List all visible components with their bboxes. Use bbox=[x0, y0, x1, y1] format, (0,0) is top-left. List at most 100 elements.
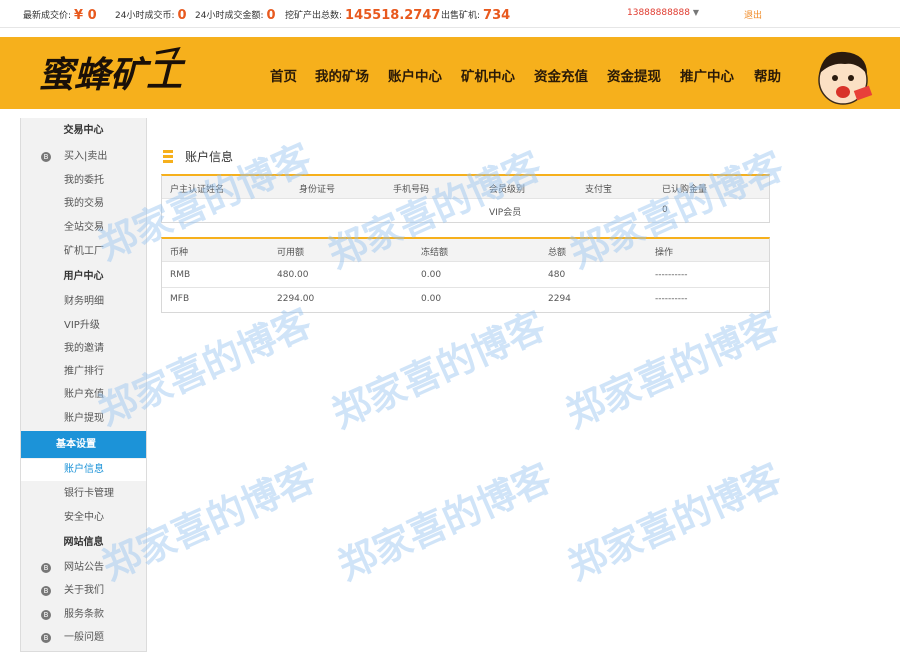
sidebar-item-label: 我的交易 bbox=[64, 198, 104, 209]
sidebar-item-site-trades[interactable]: 全站交易 bbox=[21, 217, 146, 239]
table-header-cell: 冻结额 bbox=[421, 248, 449, 258]
coin-24h-stat: 24小时成交币: 0 bbox=[115, 7, 187, 23]
table-cell: 480.00 bbox=[277, 270, 309, 280]
nav-home[interactable]: 首页 bbox=[270, 65, 297, 85]
sidebar-item-label: VIP升级 bbox=[64, 320, 100, 331]
sidebar-item-my-orders[interactable]: 我的委托 bbox=[21, 170, 146, 192]
coin-icon: B bbox=[41, 152, 51, 162]
sidebar-item-security[interactable]: 安全中心 bbox=[21, 507, 146, 529]
latest-price-stat: 最新成交价: ¥ 0 bbox=[23, 7, 97, 23]
list-icon bbox=[163, 150, 173, 163]
coin-icon: B bbox=[41, 610, 51, 620]
sidebar-item-label: 财务明细 bbox=[64, 296, 104, 307]
coin-icon: B bbox=[41, 586, 51, 596]
stats-bar: 最新成交价: ¥ 0 24小时成交币: 0 24小时成交金额: 0 挖矿产出总数: 14… bbox=[0, 0, 900, 28]
site-logo[interactable]: 蜜蜂矿工 bbox=[38, 47, 213, 99]
sold-miners-value: 734 bbox=[483, 8, 511, 23]
sidebar-item-my-trades[interactable]: 我的交易 bbox=[21, 193, 146, 215]
table-cell: 2294.00 bbox=[277, 294, 315, 304]
table-cell: RMB bbox=[170, 270, 191, 280]
latest-price-value: ¥ 0 bbox=[74, 8, 97, 23]
sidebar-item-account-withdraw[interactable]: 账户提现 bbox=[21, 408, 146, 430]
sidebar-item-label: 银行卡管理 bbox=[64, 488, 114, 499]
sidebar: 交易中心 B 买入|卖出 我的委托 我的交易 全站交易 矿机工厂 用户中心 财务… bbox=[20, 118, 147, 652]
table-header-cell: 总额 bbox=[548, 248, 567, 258]
sidebar-item-label: 我的委托 bbox=[64, 175, 104, 186]
account-info-table: 户主认证姓名 身份证号 手机号码 会员级别 支付宝 已认购金量 VIP会员 0 bbox=[161, 174, 770, 223]
coin-icon: B bbox=[41, 563, 51, 573]
nav-miner-center[interactable]: 矿机中心 bbox=[461, 65, 515, 85]
sidebar-head-user: 用户中心 bbox=[63, 271, 104, 282]
sidebar-item-label: 矿机工厂 bbox=[64, 246, 104, 257]
sidebar-item-vip-upgrade[interactable]: VIP升级 bbox=[21, 315, 146, 337]
sold-miners-stat: 出售矿机: 734 bbox=[441, 7, 511, 23]
watermark-text: 郑家喜的博客 bbox=[561, 455, 788, 589]
table-cell: ---------- bbox=[655, 270, 688, 280]
table-header-cell: 会员级别 bbox=[489, 185, 526, 195]
nav-withdraw[interactable]: 资金提现 bbox=[607, 65, 661, 85]
sidebar-item-label: 安全中心 bbox=[64, 512, 104, 523]
page-title: 账户信息 bbox=[185, 150, 234, 164]
table-header-cell: 币种 bbox=[170, 248, 189, 258]
sidebar-item-my-invites[interactable]: 我的邀请 bbox=[21, 338, 146, 360]
table-cell: MFB bbox=[170, 294, 190, 304]
table-cell: 0 bbox=[662, 205, 668, 215]
watermark-text: 郑家喜的博客 bbox=[559, 303, 786, 437]
table-cell: VIP会员 bbox=[489, 208, 522, 218]
table-cell: ---------- bbox=[655, 294, 688, 304]
sidebar-item-label: 账户充值 bbox=[64, 389, 104, 400]
caret-down-icon: ▼ bbox=[692, 8, 700, 17]
table-header-cell: 手机号码 bbox=[393, 185, 430, 195]
sidebar-head-label: 基本设置 bbox=[56, 439, 96, 450]
sidebar-item-about[interactable]: B 关于我们 bbox=[21, 580, 146, 602]
amount-24h-stat: 24小时成交金额: 0 bbox=[195, 7, 276, 23]
sidebar-item-faq[interactable]: B 一般问题 bbox=[21, 627, 146, 649]
mascot-image bbox=[818, 51, 873, 105]
nav-promotion[interactable]: 推广中心 bbox=[680, 65, 734, 85]
sold-miners-label: 出售矿机: bbox=[441, 11, 481, 21]
table-cell: 0.00 bbox=[421, 270, 442, 280]
table-header-cell: 操作 bbox=[655, 248, 674, 258]
latest-price-label: 最新成交价: bbox=[23, 11, 72, 21]
sidebar-item-terms[interactable]: B 服务条款 bbox=[21, 604, 146, 626]
site-header: 蜜蜂矿工 首页 我的矿场 账户中心 矿机中心 资金充值 资金提现 推广中心 帮助 bbox=[0, 37, 900, 109]
sidebar-item-account-info[interactable]: 账户信息 bbox=[21, 459, 146, 481]
sidebar-item-miner-factory[interactable]: 矿机工厂 bbox=[21, 241, 146, 263]
logout-link[interactable]: 退出 bbox=[744, 8, 762, 21]
sidebar-item-buy-sell[interactable]: B 买入|卖出 bbox=[21, 146, 146, 168]
sidebar-item-label: 推广排行 bbox=[64, 366, 104, 377]
user-phone: 13888888888 bbox=[627, 8, 690, 18]
sidebar-item-label: 全站交易 bbox=[64, 222, 104, 233]
user-phone-menu[interactable]: 13888888888 ▼ bbox=[627, 8, 699, 18]
table-header-cell: 支付宝 bbox=[585, 185, 613, 195]
mined-total-label: 挖矿产出总数: bbox=[285, 11, 343, 21]
amount-24h-value: 0 bbox=[266, 8, 276, 23]
sidebar-item-announcements[interactable]: B 网站公告 bbox=[21, 557, 146, 579]
sidebar-item-label: 买入|卖出 bbox=[64, 151, 108, 162]
table-header: 币种 可用额 冻结额 总额 操作 bbox=[162, 239, 769, 262]
watermark-text: 郑家喜的博客 bbox=[325, 303, 552, 437]
nav-my-mine[interactable]: 我的矿场 bbox=[315, 65, 369, 85]
sidebar-item-account-deposit[interactable]: 账户充值 bbox=[21, 384, 146, 406]
sidebar-head-settings[interactable]: 基本设置 bbox=[21, 431, 146, 458]
watermark-text: 郑家喜的博客 bbox=[331, 455, 558, 589]
mined-total-value: 145518.2747 bbox=[345, 8, 441, 23]
nav-help[interactable]: 帮助 bbox=[754, 65, 781, 85]
sidebar-head-trade: 交易中心 bbox=[63, 125, 104, 136]
sidebar-item-bank-cards[interactable]: 银行卡管理 bbox=[21, 483, 146, 505]
table-cell: 480 bbox=[548, 270, 566, 280]
sidebar-item-finance-detail[interactable]: 财务明细 bbox=[21, 291, 146, 313]
table-header-cell: 可用额 bbox=[277, 248, 305, 258]
nav-deposit[interactable]: 资金充值 bbox=[534, 65, 588, 85]
coin-icon: B bbox=[41, 633, 51, 643]
sidebar-item-label: 网站公告 bbox=[64, 562, 104, 573]
sidebar-item-promo-rank[interactable]: 推广排行 bbox=[21, 361, 146, 383]
logo-text: 蜜蜂矿工 bbox=[38, 54, 186, 96]
table-cell: 0.00 bbox=[421, 294, 442, 304]
amount-24h-label: 24小时成交金额: bbox=[195, 11, 264, 21]
sidebar-item-label: 我的邀请 bbox=[64, 343, 104, 354]
coin-24h-value: 0 bbox=[177, 8, 187, 23]
mined-total-stat: 挖矿产出总数: 145518.2747 bbox=[285, 7, 441, 23]
nav-account-center[interactable]: 账户中心 bbox=[388, 65, 442, 85]
table-cell: 2294 bbox=[548, 294, 571, 304]
